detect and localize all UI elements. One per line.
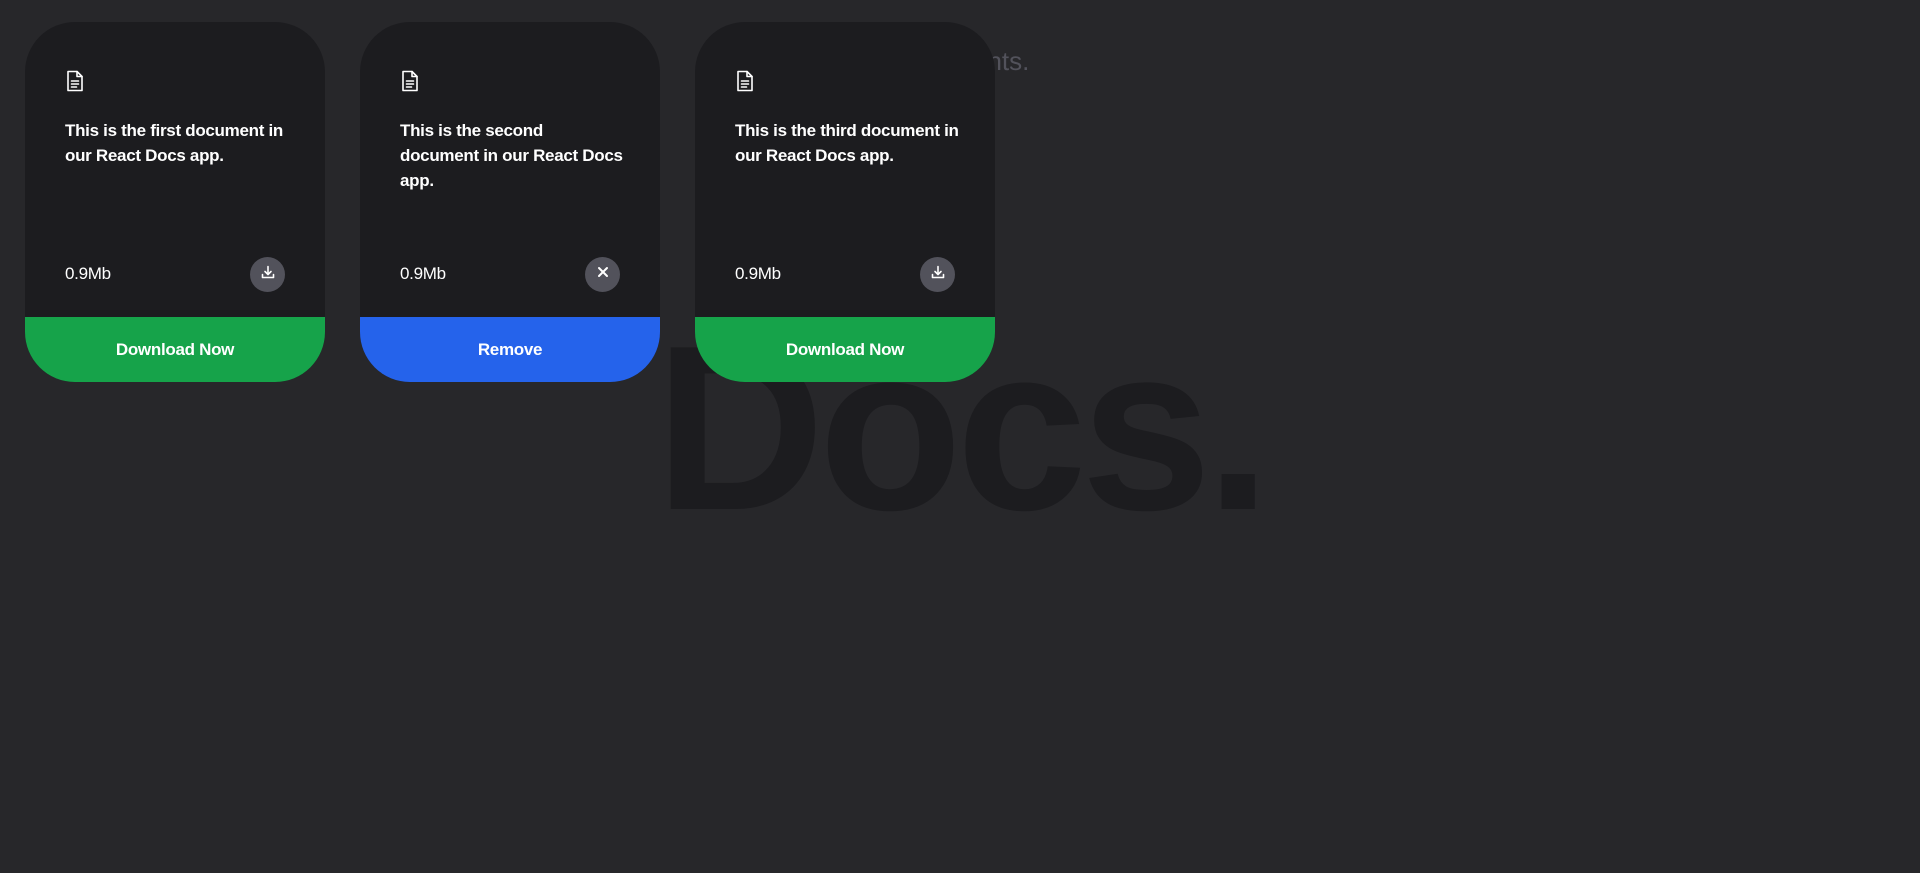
document-description: This is the first document in our React …	[65, 121, 283, 165]
file-size: 0.9Mb	[400, 264, 446, 283]
document-icon	[735, 70, 755, 92]
download-button[interactable]	[250, 256, 285, 292]
download-now-button[interactable]: Download Now	[695, 317, 995, 382]
document-icon	[65, 70, 85, 92]
card-footer: 0.9Mb	[65, 256, 285, 292]
document-card-1[interactable]: This is the first document in our React …	[25, 22, 325, 382]
document-card-2[interactable]: This is the second document in our React…	[360, 22, 660, 382]
cards-container: This is the first document in our React …	[25, 22, 995, 382]
close-icon	[596, 265, 610, 284]
download-button[interactable]	[920, 256, 955, 292]
remove-button[interactable]: Remove	[360, 317, 660, 382]
download-now-button[interactable]: Download Now	[25, 317, 325, 382]
download-icon	[260, 264, 276, 285]
card-footer: 0.9Mb	[400, 256, 620, 292]
card-footer: 0.9Mb	[735, 256, 955, 292]
file-size: 0.9Mb	[735, 264, 781, 283]
file-size: 0.9Mb	[65, 264, 111, 283]
page: Documents. Docs. This is the first docum…	[0, 0, 1920, 873]
document-icon	[400, 70, 420, 92]
download-icon	[930, 264, 946, 285]
document-description: This is the third document in our React …	[735, 121, 959, 165]
close-button[interactable]	[585, 256, 620, 292]
document-card-3[interactable]: This is the third document in our React …	[695, 22, 995, 382]
document-description: This is the second document in our React…	[400, 121, 623, 190]
